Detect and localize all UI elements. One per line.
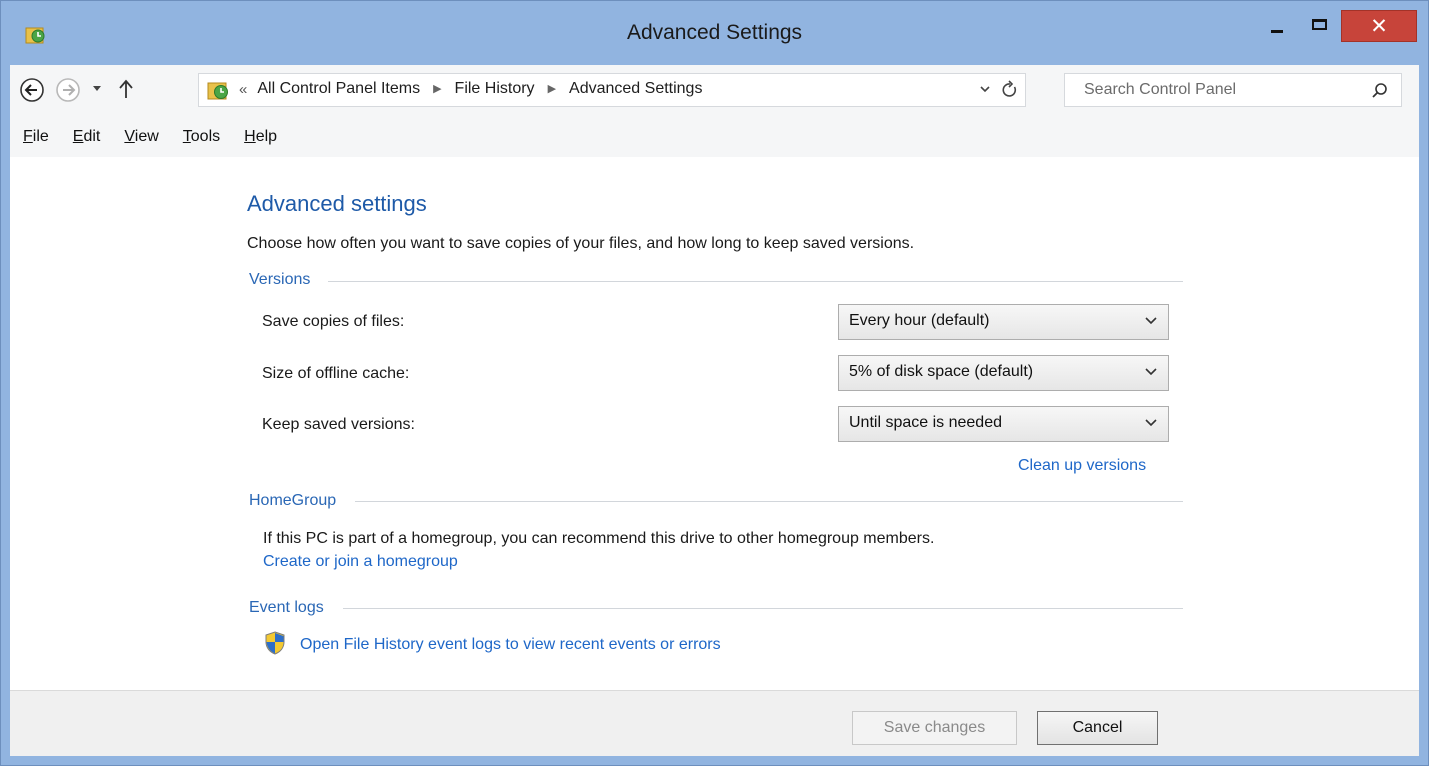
breadcrumb-overflow[interactable]: « xyxy=(239,81,247,98)
footer-bar: Save changes Cancel xyxy=(10,690,1419,756)
close-button[interactable]: ✕ xyxy=(1341,10,1417,42)
keep-versions-select[interactable]: Until space is needed xyxy=(838,406,1169,442)
select-value: Until space is needed xyxy=(849,414,1002,431)
menu-bar: File Edit View Tools Help xyxy=(10,117,1419,157)
search-input[interactable]: Search Control Panel xyxy=(1064,73,1402,107)
select-value: 5% of disk space (default) xyxy=(849,363,1034,380)
menu-help[interactable]: Help xyxy=(244,128,277,146)
arrow-up-icon xyxy=(119,79,133,98)
window-title: Advanced Settings xyxy=(626,21,803,44)
select-value: Every hour (default) xyxy=(849,312,990,329)
content-area: Advanced settings Choose how often you w… xyxy=(10,157,1419,690)
homegroup-text: If this PC is part of a homegroup, you c… xyxy=(263,530,935,547)
maximize-icon xyxy=(1311,18,1327,30)
maximize-button[interactable] xyxy=(1299,9,1339,43)
forward-button[interactable] xyxy=(55,77,81,103)
menu-label: iew xyxy=(134,128,159,145)
create-homegroup-link[interactable]: Create or join a homegroup xyxy=(263,553,458,571)
window: Advanced Settings ✕ « All Control Panel … xyxy=(0,0,1429,766)
menu-label: elp xyxy=(255,128,278,145)
save-copies-label: Save copies of files: xyxy=(262,313,405,330)
up-button[interactable] xyxy=(118,76,138,102)
chevron-down-icon xyxy=(1145,368,1157,376)
menu-label: ools xyxy=(190,128,221,145)
chevron-down-icon xyxy=(1145,317,1157,325)
breadcrumb-separator-icon[interactable]: ▶ xyxy=(433,82,441,95)
menu-file[interactable]: File xyxy=(23,128,49,146)
menu-label: ile xyxy=(32,128,49,145)
homegroup-heading: HomeGroup xyxy=(249,492,337,509)
menu-tools[interactable]: Tools xyxy=(183,128,220,146)
search-placeholder: Search Control Panel xyxy=(1084,81,1237,98)
uac-shield-icon xyxy=(265,631,285,655)
back-button[interactable] xyxy=(19,77,45,103)
minimize-button[interactable] xyxy=(1257,9,1297,43)
offline-cache-select[interactable]: 5% of disk space (default) xyxy=(838,355,1169,391)
event-logs-heading: Event logs xyxy=(249,599,324,616)
menu-accel: V xyxy=(124,128,135,145)
file-history-icon xyxy=(207,82,228,100)
address-bar[interactable]: « All Control Panel Items ▶ File History… xyxy=(198,73,1026,107)
chevron-down-icon xyxy=(93,86,101,91)
menu-label: dit xyxy=(83,128,101,145)
save-changes-button[interactable]: Save changes xyxy=(852,711,1017,745)
breadcrumb-item[interactable]: Advanced Settings xyxy=(569,80,702,98)
menu-accel: F xyxy=(23,128,33,145)
menu-accel: H xyxy=(244,128,256,145)
search-icon[interactable] xyxy=(1371,82,1389,100)
navigation-bar: « All Control Panel Items ▶ File History… xyxy=(10,65,1419,117)
divider xyxy=(355,501,1183,502)
recent-locations-button[interactable] xyxy=(92,79,106,105)
versions-heading: Versions xyxy=(249,271,311,288)
refresh-icon[interactable] xyxy=(1001,77,1019,103)
clean-up-versions-link[interactable]: Clean up versions xyxy=(1018,457,1146,475)
address-dropdown-icon[interactable] xyxy=(979,82,991,96)
menu-view[interactable]: View xyxy=(124,128,158,146)
breadcrumb: « All Control Panel Items ▶ File History… xyxy=(239,80,702,98)
menu-edit[interactable]: Edit xyxy=(73,128,101,146)
chevron-down-icon xyxy=(1145,419,1157,427)
save-copies-select[interactable]: Every hour (default) xyxy=(838,304,1169,340)
divider xyxy=(328,281,1183,282)
close-icon: ✕ xyxy=(1370,14,1388,38)
menu-accel: T xyxy=(182,128,191,145)
minimize-icon xyxy=(1271,29,1283,33)
divider xyxy=(343,608,1183,609)
menu-accel: E xyxy=(72,128,84,145)
event-logs-link[interactable]: Open File History event logs to view rec… xyxy=(300,636,721,654)
keep-versions-label: Keep saved versions: xyxy=(262,416,415,433)
title-bar[interactable]: Advanced Settings ✕ xyxy=(1,1,1428,65)
breadcrumb-item[interactable]: File History xyxy=(455,80,535,98)
intro-text: Choose how often you want to save copies… xyxy=(247,235,915,252)
offline-cache-label: Size of offline cache: xyxy=(262,365,410,382)
breadcrumb-separator-icon[interactable]: ▶ xyxy=(548,82,556,95)
breadcrumb-item[interactable]: All Control Panel Items xyxy=(257,80,420,98)
cancel-button[interactable]: Cancel xyxy=(1037,711,1158,745)
page-title: Advanced settings xyxy=(247,191,427,216)
